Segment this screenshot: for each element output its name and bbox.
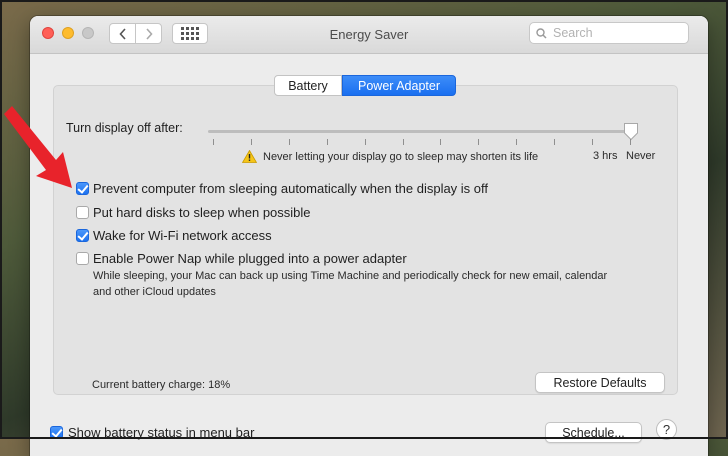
power-nap-description: While sleeping, your Mac can back up usi… — [93, 270, 608, 298]
hard-disks-sleep-label: Put hard disks to sleep when possible — [93, 205, 311, 220]
titlebar: Energy Saver Search — [30, 16, 708, 54]
show-battery-label: Show battery status in menu bar — [68, 425, 255, 440]
annotation-arrow — [4, 106, 72, 188]
energy-saver-window: Energy Saver Search Battery Power Adapte… — [30, 16, 708, 456]
help-button[interactable]: ? — [656, 419, 677, 440]
battery-charge-text: Current battery charge: 18% — [92, 379, 231, 391]
prevent-sleep-label: Prevent computer from sleeping automatic… — [93, 181, 489, 196]
wake-wifi-checkbox[interactable] — [76, 229, 89, 242]
hard-disks-sleep-checkbox[interactable] — [76, 206, 89, 219]
tick-label-3hrs: 3 hrs — [593, 150, 618, 162]
schedule-button[interactable]: Schedule... — [545, 422, 642, 443]
search-icon — [536, 27, 547, 39]
tab-power-adapter[interactable]: Power Adapter — [342, 75, 456, 96]
power-nap-label: Enable Power Nap while plugged into a po… — [93, 251, 407, 266]
wake-wifi-label: Wake for Wi-Fi network access — [93, 228, 272, 243]
tab-bar: Battery Power Adapter — [274, 75, 456, 97]
tab-battery[interactable]: Battery — [274, 75, 342, 96]
search-field[interactable]: Search — [529, 22, 689, 44]
sleep-warning: Never letting your display go to sleep m… — [242, 150, 538, 163]
search-placeholder: Search — [553, 26, 593, 40]
restore-defaults-button[interactable]: Restore Defaults — [535, 372, 665, 393]
display-sleep-slider[interactable] — [208, 130, 633, 133]
slider-ticks — [213, 139, 631, 145]
tick-label-never: Never — [626, 150, 656, 162]
show-battery-checkbox[interactable] — [50, 426, 63, 439]
power-nap-checkbox[interactable] — [76, 252, 89, 265]
warning-text: Never letting your display go to sleep m… — [263, 150, 539, 163]
warning-icon — [242, 150, 257, 163]
